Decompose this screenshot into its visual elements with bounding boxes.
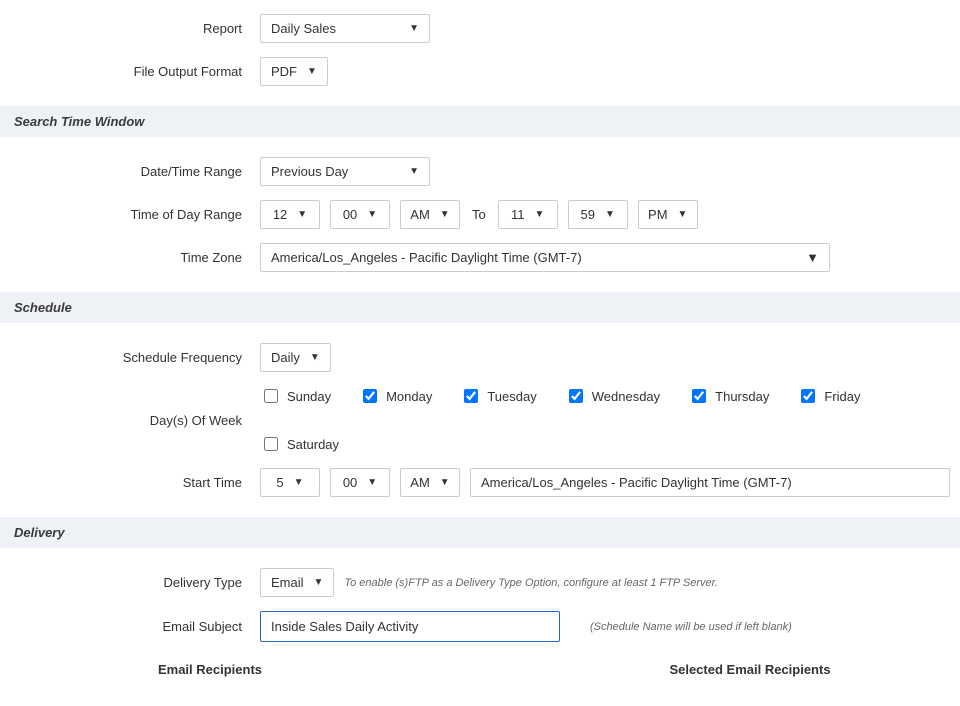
- start-min-value: 00: [343, 207, 357, 222]
- day-label: Monday: [386, 389, 432, 404]
- time-range-label: Time of Day Range: [0, 207, 260, 222]
- days-of-week-group: Sunday Monday Tuesday Wednesday Thursday…: [260, 386, 960, 454]
- schedule-frequency-value: Daily: [271, 350, 300, 365]
- timezone-select-value: America/Los_Angeles - Pacific Daylight T…: [271, 250, 582, 265]
- search-window-header: Search Time Window: [0, 106, 960, 137]
- checkbox-input[interactable]: [692, 389, 706, 403]
- schedule-start-ampm-select[interactable]: AM ▼: [400, 468, 460, 497]
- day-checkbox-thursday[interactable]: Thursday: [688, 386, 769, 406]
- schedule-frequency-select[interactable]: Daily ▼: [260, 343, 331, 372]
- end-hour-select[interactable]: 11 ▼: [498, 200, 558, 229]
- chevron-down-icon: ▼: [310, 352, 320, 363]
- chevron-down-icon: ▼: [367, 209, 377, 220]
- chevron-down-icon: ▼: [409, 23, 419, 34]
- delivery-type-value: Email: [271, 575, 304, 590]
- checkbox-input[interactable]: [264, 389, 278, 403]
- start-hour-select[interactable]: 12 ▼: [260, 200, 320, 229]
- chevron-down-icon: ▼: [409, 166, 419, 177]
- to-text: To: [470, 207, 488, 222]
- end-ampm-value: PM: [648, 207, 668, 222]
- checkbox-input[interactable]: [464, 389, 478, 403]
- start-min-select[interactable]: 00 ▼: [330, 200, 390, 229]
- checkbox-input[interactable]: [569, 389, 583, 403]
- date-range-label: Date/Time Range: [0, 164, 260, 179]
- day-label: Wednesday: [592, 389, 660, 404]
- day-checkbox-tuesday[interactable]: Tuesday: [460, 386, 536, 406]
- checkbox-input[interactable]: [363, 389, 377, 403]
- end-min-select[interactable]: 59 ▼: [568, 200, 628, 229]
- chevron-down-icon: ▼: [678, 209, 688, 220]
- chevron-down-icon: ▼: [440, 209, 450, 220]
- delivery-type-label: Delivery Type: [0, 575, 260, 590]
- date-range-select-value: Previous Day: [271, 164, 348, 179]
- end-min-value: 59: [581, 207, 595, 222]
- chevron-down-icon: ▼: [806, 250, 819, 265]
- schedule-start-min-value: 00: [343, 475, 357, 490]
- day-checkbox-saturday[interactable]: Saturday: [260, 434, 339, 454]
- schedule-start-hour-select[interactable]: 5 ▼: [260, 468, 320, 497]
- end-ampm-select[interactable]: PM ▼: [638, 200, 698, 229]
- chevron-down-icon: ▼: [294, 477, 304, 488]
- report-label: Report: [0, 21, 260, 36]
- end-hour-value: 11: [511, 207, 525, 222]
- day-label: Saturday: [287, 437, 339, 452]
- date-range-select[interactable]: Previous Day ▼: [260, 157, 430, 186]
- chevron-down-icon: ▼: [605, 209, 615, 220]
- chevron-down-icon: ▼: [440, 477, 450, 488]
- chevron-down-icon: ▼: [535, 209, 545, 220]
- report-select[interactable]: Daily Sales ▼: [260, 14, 430, 43]
- chevron-down-icon: ▼: [307, 66, 317, 77]
- schedule-start-ampm-value: AM: [410, 475, 430, 490]
- day-label: Tuesday: [487, 389, 536, 404]
- timezone-select[interactable]: America/Los_Angeles - Pacific Daylight T…: [260, 243, 830, 272]
- days-of-week-label: Day(s) Of Week: [0, 413, 260, 428]
- schedule-start-hour-value: 5: [276, 475, 283, 490]
- email-recipients-header: Email Recipients: [0, 662, 420, 677]
- chevron-down-icon: ▼: [367, 477, 377, 488]
- chevron-down-icon: ▼: [314, 577, 324, 588]
- day-label: Thursday: [715, 389, 769, 404]
- start-time-label: Start Time: [0, 475, 260, 490]
- file-output-select[interactable]: PDF ▼: [260, 57, 328, 86]
- delivery-header: Delivery: [0, 517, 960, 548]
- file-output-label: File Output Format: [0, 64, 260, 79]
- delivery-type-select[interactable]: Email ▼: [260, 568, 334, 597]
- day-checkbox-friday[interactable]: Friday: [797, 386, 860, 406]
- start-hour-value: 12: [273, 207, 287, 222]
- file-output-select-value: PDF: [271, 64, 297, 79]
- start-ampm-value: AM: [410, 207, 430, 222]
- report-select-value: Daily Sales: [271, 21, 336, 36]
- start-ampm-select[interactable]: AM ▼: [400, 200, 460, 229]
- selected-email-recipients-header: Selected Email Recipients: [540, 662, 960, 677]
- checkbox-input[interactable]: [264, 437, 278, 451]
- email-subject-input[interactable]: [260, 611, 560, 642]
- day-label: Sunday: [287, 389, 331, 404]
- email-subject-label: Email Subject: [0, 619, 260, 634]
- day-label: Friday: [824, 389, 860, 404]
- schedule-start-min-select[interactable]: 00 ▼: [330, 468, 390, 497]
- schedule-header: Schedule: [0, 292, 960, 323]
- delivery-type-hint: To enable (s)FTP as a Delivery Type Opti…: [344, 577, 718, 589]
- day-checkbox-wednesday[interactable]: Wednesday: [565, 386, 660, 406]
- checkbox-input[interactable]: [801, 389, 815, 403]
- schedule-frequency-label: Schedule Frequency: [0, 350, 260, 365]
- schedule-timezone-display: America/Los_Angeles - Pacific Daylight T…: [470, 468, 950, 497]
- day-checkbox-monday[interactable]: Monday: [359, 386, 432, 406]
- timezone-label: Time Zone: [0, 250, 260, 265]
- chevron-down-icon: ▼: [297, 209, 307, 220]
- day-checkbox-sunday[interactable]: Sunday: [260, 386, 331, 406]
- email-subject-hint: (Schedule Name will be used if left blan…: [590, 621, 792, 633]
